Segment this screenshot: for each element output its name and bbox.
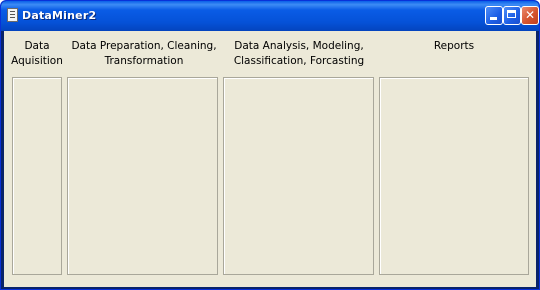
close-button[interactable]: ✕ — [521, 6, 539, 25]
column-header-data-preparation: Data Preparation, Cleaning, Transformati… — [71, 40, 217, 67]
column-header-reports: Reports — [433, 40, 475, 52]
panel-data-analysis[interactable] — [223, 77, 374, 275]
panel-data-preparation[interactable] — [67, 77, 218, 275]
client-area: Data Aquisition Data Preparation, Cleani… — [4, 31, 536, 287]
app-icon[interactable] — [7, 8, 18, 22]
maximize-button[interactable] — [503, 6, 521, 25]
column-header-data-analysis: Data Analysis, Modeling, Classification,… — [233, 40, 365, 67]
dataminer-window: DataMiner2 ✕ Data Aquisition Data Prepar… — [0, 0, 540, 290]
panel-reports[interactable] — [379, 77, 529, 275]
window-title: DataMiner2 — [22, 9, 97, 22]
title-bar[interactable]: DataMiner2 ✕ — [1, 1, 539, 31]
panel-data-aquisition[interactable] — [12, 77, 62, 275]
close-icon: ✕ — [524, 8, 536, 22]
column-header-data-aquisition: Data Aquisition — [11, 40, 63, 67]
minimize-button[interactable] — [485, 6, 503, 25]
